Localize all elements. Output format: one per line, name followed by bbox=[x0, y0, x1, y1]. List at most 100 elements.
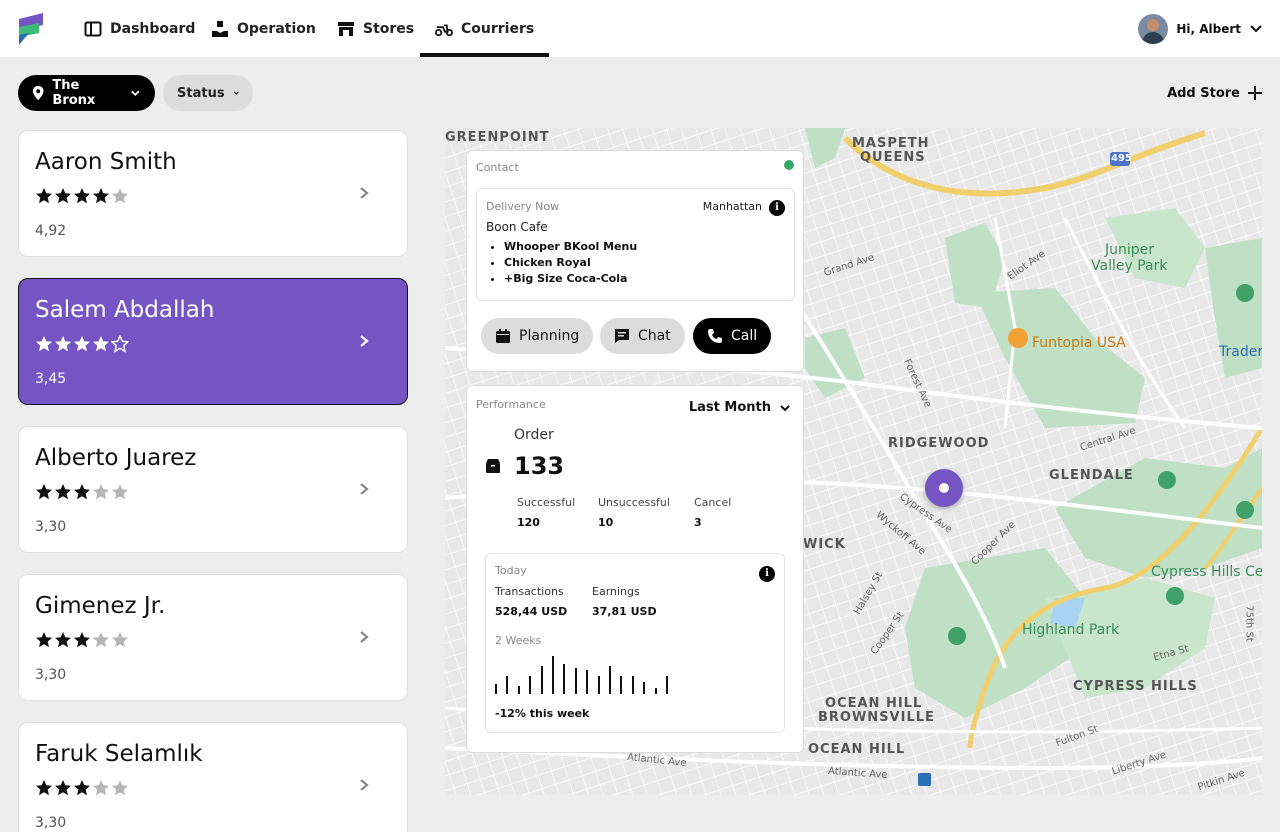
weekly-trend: -12% this week bbox=[495, 707, 590, 720]
courier-stars bbox=[35, 779, 129, 797]
star-icon bbox=[111, 335, 129, 353]
nav-operation[interactable]: Operation bbox=[211, 0, 316, 57]
successful-value: 120 bbox=[517, 516, 540, 529]
chart-bar bbox=[552, 656, 554, 694]
performance-title: Performance bbox=[476, 398, 546, 411]
courier-stars bbox=[35, 187, 129, 205]
star-icon bbox=[74, 632, 90, 648]
performance-panel: Performance Last Month Order 133 Success… bbox=[466, 385, 804, 753]
star-icon bbox=[93, 336, 109, 352]
nav-dashboard-label: Dashboard bbox=[110, 20, 196, 37]
chat-label: Chat bbox=[638, 328, 671, 344]
courier-card[interactable]: Aaron Smith 4,92 bbox=[18, 130, 408, 257]
status-filter[interactable]: Status bbox=[163, 75, 253, 111]
courier-stars bbox=[35, 335, 129, 353]
map-label-highland-park: Highland Park bbox=[1022, 622, 1120, 638]
courier-stars bbox=[35, 631, 129, 649]
period-label: Last Month bbox=[688, 400, 771, 415]
chat-button[interactable]: Chat bbox=[600, 318, 685, 354]
chevron-down-icon bbox=[233, 91, 239, 95]
info-icon[interactable]: i bbox=[759, 566, 775, 582]
star-icon bbox=[36, 484, 52, 500]
chart-bar bbox=[643, 682, 646, 694]
period-dropdown[interactable]: Last Month bbox=[689, 400, 791, 415]
nav-courriers-label: Courriers bbox=[461, 20, 535, 37]
chevron-down-icon bbox=[1250, 25, 1262, 33]
chevron-right-icon bbox=[360, 335, 369, 347]
star-icon bbox=[112, 632, 128, 648]
nav-courriers[interactable]: Courriers bbox=[419, 0, 550, 57]
phone-icon bbox=[708, 329, 722, 343]
earnings-value: 37,81 USD bbox=[592, 605, 657, 618]
nav-stores[interactable]: Stores bbox=[337, 0, 414, 57]
map-label-glendale: GLENDALE bbox=[1049, 468, 1134, 483]
location-filter-label: The Bronx bbox=[52, 78, 96, 108]
unsuccessful-label: Unsuccessful bbox=[598, 496, 670, 509]
call-button[interactable]: Call bbox=[693, 318, 772, 354]
courier-name: Alberto Juarez bbox=[35, 445, 197, 471]
location-filter[interactable]: The Bronx bbox=[18, 75, 155, 111]
courier-card[interactable]: Alberto Juarez 3,30 bbox=[18, 426, 408, 553]
delivery-now-label: Delivery Now bbox=[486, 200, 560, 213]
chevron-right-icon bbox=[360, 631, 369, 643]
nav-dashboard[interactable]: Dashboard bbox=[84, 0, 195, 57]
courier-name: Gimenez Jr. bbox=[35, 593, 166, 619]
star-icon bbox=[36, 188, 52, 204]
courier-card[interactable]: Gimenez Jr. 3,30 bbox=[18, 574, 408, 701]
info-icon[interactable]: i bbox=[769, 200, 785, 216]
map-label-ridgewood: RIDGEWOOD bbox=[888, 436, 990, 451]
app-logo[interactable] bbox=[17, 13, 45, 45]
location-pin-icon bbox=[32, 85, 44, 101]
dashboard-icon bbox=[84, 21, 102, 36]
chart-bar bbox=[574, 668, 577, 694]
courier-rating: 3,30 bbox=[35, 667, 67, 683]
chevron-down-icon bbox=[131, 90, 140, 97]
star-icon bbox=[36, 780, 52, 796]
transactions-label: Transactions bbox=[495, 585, 564, 598]
chart-bar bbox=[609, 666, 611, 694]
user-menu[interactable]: Hi, Albert bbox=[1138, 13, 1263, 45]
order-item: Whooper BKool Menu bbox=[504, 239, 637, 255]
star-icon bbox=[93, 632, 109, 648]
star-icon bbox=[74, 484, 90, 500]
cancel-value: 3 bbox=[694, 516, 702, 529]
chevron-right-icon bbox=[360, 779, 369, 791]
chart-bar bbox=[620, 676, 623, 694]
courier-location-pin[interactable] bbox=[925, 469, 963, 507]
map-label-ocean-hill-2: OCEAN HILL bbox=[808, 742, 906, 757]
contact-title: Contact bbox=[476, 161, 519, 174]
courier-rating: 3,30 bbox=[35, 815, 67, 831]
courier-card[interactable]: Faruk Selamlık 3,30 bbox=[18, 722, 408, 832]
map-label-juniper: Juniper bbox=[1105, 242, 1155, 258]
star-icon bbox=[74, 188, 90, 204]
chart-bar bbox=[631, 676, 634, 694]
map-label-brownsville: BROWNSVILLE bbox=[818, 710, 935, 725]
courier-name: Faruk Selamlık bbox=[35, 741, 203, 767]
map-label-cypress-hills: CYPRESS HILLS bbox=[1073, 679, 1198, 694]
courier-rating: 3,45 bbox=[35, 371, 67, 387]
scooter-icon bbox=[435, 24, 453, 36]
courier-stars bbox=[35, 483, 129, 501]
status-filter-label: Status bbox=[177, 85, 225, 101]
chevron-right-icon bbox=[360, 483, 369, 495]
chart-bar bbox=[540, 666, 543, 694]
map-label-queens: QUEENS bbox=[860, 150, 926, 165]
top-nav-bar: Dashboard Operation Stores Courriers Hi,… bbox=[0, 0, 1280, 57]
map-label-funtopia: Funtopia USA bbox=[1032, 335, 1126, 351]
map-label-75th-st: 75th St bbox=[1243, 605, 1255, 642]
delivery-now-box: Delivery Now Manhattan i Boon Cafe Whoop… bbox=[476, 188, 795, 301]
planning-button[interactable]: Planning bbox=[481, 318, 594, 354]
chevron-down-icon bbox=[780, 404, 790, 411]
chart-bar bbox=[495, 684, 497, 694]
add-store-button[interactable]: Add Store bbox=[1167, 80, 1262, 106]
courier-name: Aaron Smith bbox=[35, 149, 177, 175]
operation-icon bbox=[212, 20, 228, 37]
two-weeks-bar-chart bbox=[495, 652, 675, 694]
earnings-label: Earnings bbox=[592, 585, 640, 598]
map-label-ocean-hill: OCEAN HILL bbox=[825, 696, 923, 711]
chart-bar bbox=[506, 676, 509, 694]
courier-card[interactable]: Salem Abdallah 3,45 bbox=[18, 278, 408, 405]
nav-stores-label: Stores bbox=[363, 20, 415, 37]
star-icon bbox=[74, 336, 90, 352]
transactions-value: 528,44 USD bbox=[495, 605, 568, 618]
